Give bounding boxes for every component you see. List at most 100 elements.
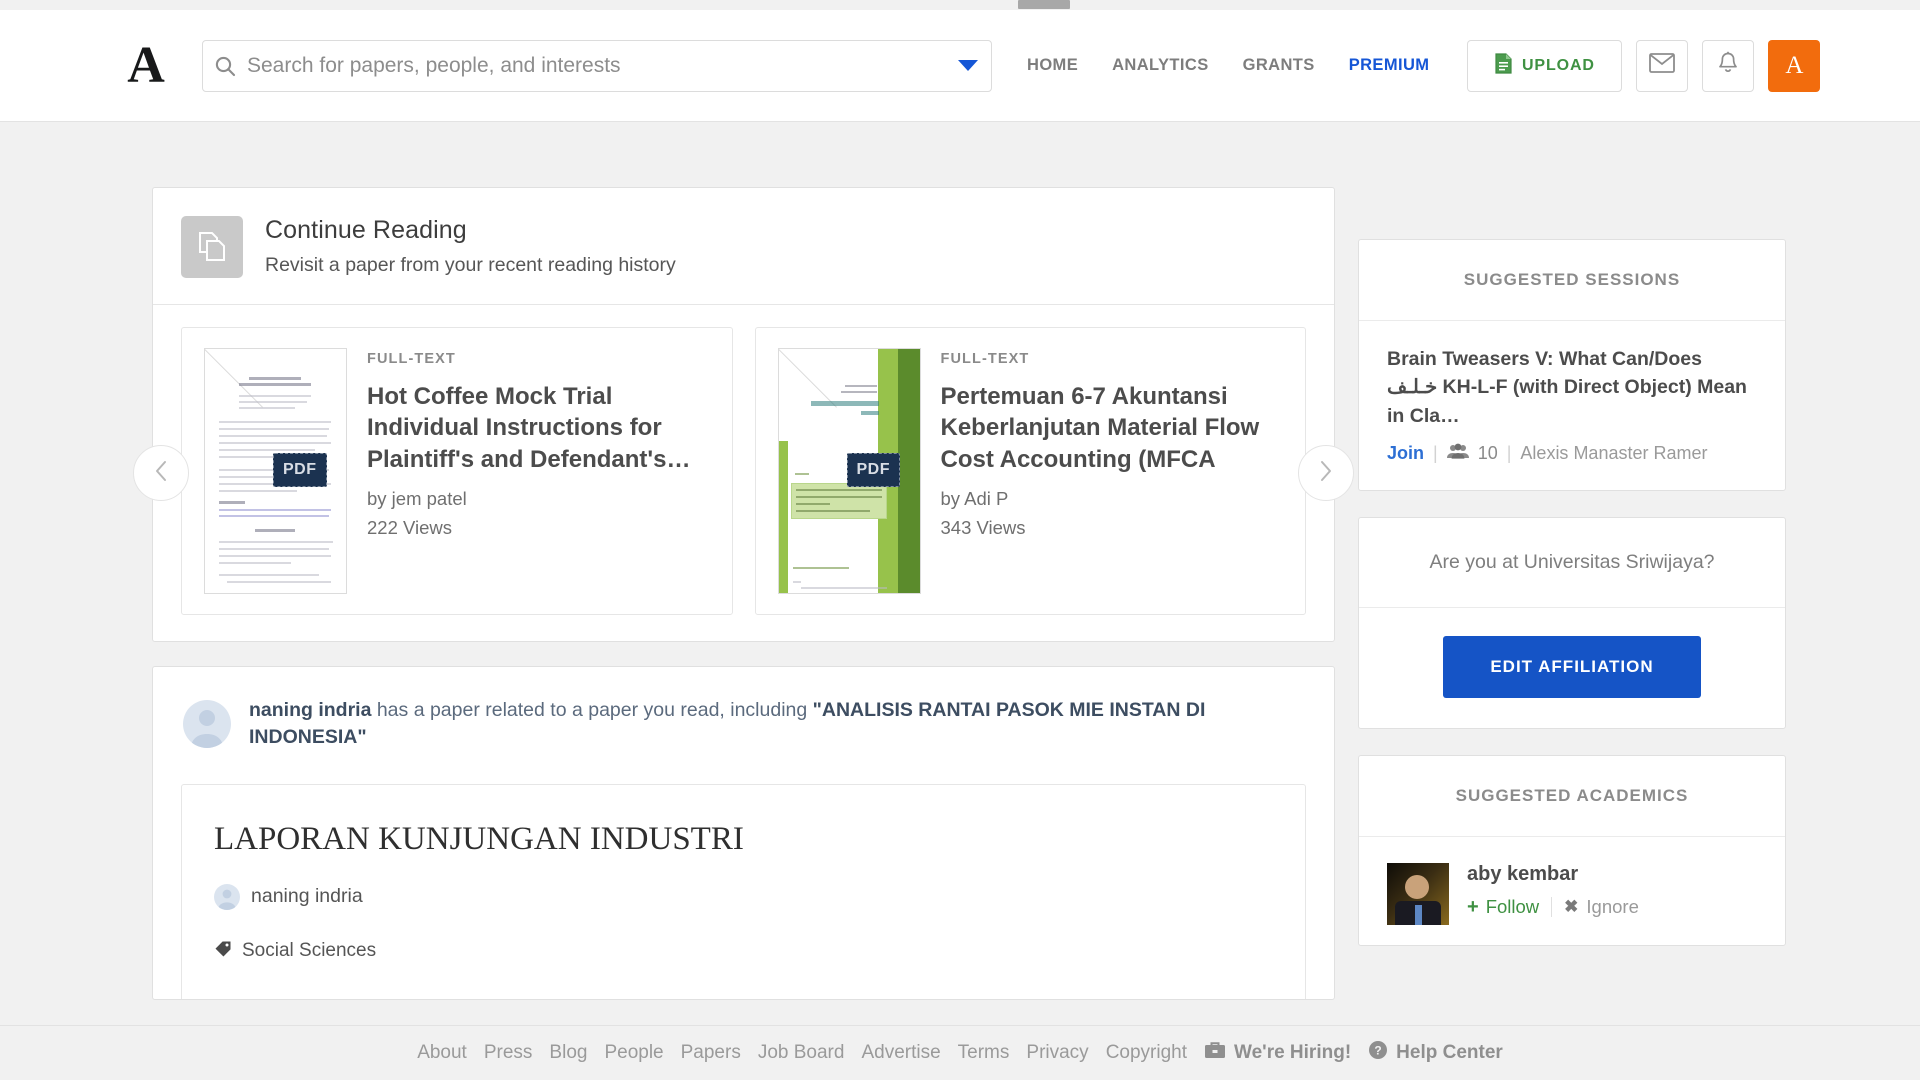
suggested-sessions-card: SUGGESTED SESSIONS Brain Tweasers V: Wha… <box>1358 239 1786 491</box>
avatar[interactable] <box>183 700 231 749</box>
paper-meta: FULL-TEXT Hot Coffee Mock Trial Individu… <box>367 348 710 594</box>
footer-link-copyright[interactable]: Copyright <box>1106 1042 1187 1064</box>
header-actions: UPLOAD A <box>1467 39 1821 92</box>
nav-link-premium[interactable]: PREMIUM <box>1349 56 1430 75</box>
suggested-sessions-heading: SUGGESTED SESSIONS <box>1359 240 1785 321</box>
footer-link-people[interactable]: People <box>604 1042 663 1064</box>
follow-button-label: Follow <box>1485 896 1540 918</box>
document-upload-icon <box>1495 52 1512 79</box>
feed-paper-tag-label: Social Sciences <box>242 940 377 962</box>
continue-reading-header: Continue Reading Revisit a paper from yo… <box>153 188 1334 304</box>
continue-reading-card: Continue Reading Revisit a paper from yo… <box>133 187 1354 642</box>
x-icon: ✖ <box>1564 897 1579 917</box>
feed-actor-name[interactable]: naning indria <box>249 699 371 721</box>
continue-reading-title: Continue Reading <box>265 216 467 244</box>
paper-title[interactable]: Pertemuan 6-7 Akuntansi Keberlanjutan Ma… <box>941 381 1284 475</box>
session-title[interactable]: Brain Tweasers V: What Can/Does خـلـف KH… <box>1387 345 1757 430</box>
feed-notification: naning indria has a paper related to a p… <box>153 667 1334 776</box>
academia-logo-icon[interactable]: A <box>110 39 182 92</box>
briefcase-icon <box>1204 1041 1226 1065</box>
upload-button-label: UPLOAD <box>1521 56 1595 74</box>
session-meta: Join | 10 | Alexis Manaster Ramer <box>1387 443 1757 464</box>
continue-reading-carousel: PDF FULL-TEXT Hot Coffee Mock Trial Indi… <box>133 305 1354 641</box>
continue-reading-paper-card[interactable]: PDF FULL-TEXT Pertemuan 6-7 Akuntansi Ke… <box>754 327 1306 615</box>
paper-author[interactable]: by jem patel <box>367 488 710 510</box>
academic-name[interactable]: aby kembar <box>1467 863 1639 886</box>
envelope-icon <box>1649 53 1676 78</box>
footer-link-advertise[interactable]: Advertise <box>861 1042 940 1064</box>
session-host-name[interactable]: Alexis Manaster Ramer <box>1520 443 1707 464</box>
nav-link-analytics[interactable]: ANALYTICS <box>1112 56 1209 75</box>
search-input[interactable] <box>247 40 945 91</box>
footer-link-press[interactable]: Press <box>484 1042 533 1064</box>
nav-link-home[interactable]: HOME <box>1027 56 1078 75</box>
chevron-down-icon[interactable] <box>945 59 991 72</box>
footer-link-job-board[interactable]: Job Board <box>758 1042 845 1064</box>
paper-thumbnail: PDF <box>777 348 921 594</box>
primary-nav: HOME ANALYTICS GRANTS PREMIUM <box>1027 56 1429 75</box>
messages-button[interactable] <box>1636 39 1689 92</box>
session-join-button[interactable]: Join <box>1387 443 1424 464</box>
avatar[interactable] <box>1387 862 1449 925</box>
notifications-button[interactable] <box>1702 39 1755 92</box>
footer-link-blog[interactable]: Blog <box>549 1042 587 1064</box>
academic-list-item: aby kembar + Follow ✖ Ignore <box>1359 837 1785 945</box>
paper-thumbnail: PDF <box>204 348 347 594</box>
follow-button[interactable]: + Follow <box>1467 896 1539 919</box>
page-scrollbar-track[interactable] <box>0 0 1920 10</box>
footer-link-about[interactable]: About <box>417 1042 467 1064</box>
footer-link-hiring-label: We're Hiring! <box>1234 1042 1352 1063</box>
feed-message: has a paper related to a paper you read,… <box>371 699 813 721</box>
nav-link-grants[interactable]: GRANTS <box>1243 56 1315 75</box>
ignore-button-label: Ignore <box>1586 896 1639 918</box>
search-icon <box>203 55 247 77</box>
footer-link-terms[interactable]: Terms <box>958 1042 1010 1064</box>
continue-reading-subtitle: Revisit a paper from your recent reading… <box>265 254 676 276</box>
paper-title[interactable]: Hot Coffee Mock Trial Individual Instruc… <box>367 381 710 475</box>
paper-meta: FULL-TEXT Pertemuan 6-7 Akuntansi Keberl… <box>941 348 1284 594</box>
feed-card: naning indria has a paper related to a p… <box>152 666 1335 1000</box>
svg-text:?: ? <box>1374 1044 1381 1058</box>
pdf-badge: PDF <box>846 453 900 487</box>
full-text-tag: FULL-TEXT <box>367 351 456 367</box>
session-list-item: Brain Tweasers V: What Can/Does خـلـف KH… <box>1359 321 1785 490</box>
divider: | <box>1433 442 1438 463</box>
site-footer: About Press Blog People Papers Job Board… <box>0 1025 1920 1080</box>
carousel-next-button[interactable] <box>1298 445 1354 501</box>
footer-link-privacy[interactable]: Privacy <box>1026 1042 1088 1064</box>
ignore-button[interactable]: ✖ Ignore <box>1564 896 1639 918</box>
feed-paper-tag[interactable]: Social Sciences <box>214 940 1273 963</box>
feed-paper-title[interactable]: LAPORAN KUNJUNGAN INDUSTRI <box>214 821 1273 858</box>
paper-author[interactable]: by Adi P <box>941 488 1284 510</box>
bell-icon <box>1717 51 1739 80</box>
feed-notification-text: naning indria has a paper related to a p… <box>249 697 1304 752</box>
copy-papers-icon <box>181 216 243 278</box>
people-group-icon <box>1446 443 1469 464</box>
carousel-prev-button[interactable] <box>133 445 189 501</box>
feed-paper-author-name[interactable]: naning indria <box>251 885 363 908</box>
feed-paper-author[interactable]: naning indria <box>214 883 1273 910</box>
footer-link-hiring[interactable]: We're Hiring! <box>1204 1041 1351 1065</box>
main-column: Continue Reading Revisit a paper from yo… <box>133 187 1354 1000</box>
affiliation-action-row: EDIT AFFILIATION <box>1359 608 1785 728</box>
academic-actions: + Follow ✖ Ignore <box>1467 896 1639 919</box>
affiliation-card: Are you at Universitas Sriwijaya? EDIT A… <box>1358 516 1786 729</box>
page-scrollbar-thumb[interactable] <box>1018 0 1070 9</box>
footer-link-papers[interactable]: Papers <box>681 1042 741 1064</box>
chevron-left-icon <box>153 459 169 488</box>
paper-views: 222 Views <box>367 517 453 539</box>
avatar[interactable]: A <box>1768 39 1821 92</box>
search-bar[interactable] <box>202 39 992 92</box>
paper-views: 343 Views <box>940 517 1026 539</box>
tag-icon <box>214 940 232 963</box>
footer-link-help-center[interactable]: ? Help Center <box>1368 1040 1503 1066</box>
edit-affiliation-button[interactable]: EDIT AFFILIATION <box>1443 635 1701 698</box>
avatar <box>214 883 240 910</box>
full-text-tag: FULL-TEXT <box>940 351 1030 367</box>
continue-reading-paper-card[interactable]: PDF FULL-TEXT Hot Coffee Mock Trial Indi… <box>181 327 733 615</box>
upload-button[interactable]: UPLOAD <box>1467 39 1623 92</box>
affiliation-question: Are you at Universitas Sriwijaya? <box>1359 518 1785 608</box>
suggested-academics-card: SUGGESTED ACADEMICS aby kembar + Follow <box>1358 754 1786 946</box>
feed-paper-preview[interactable]: LAPORAN KUNJUNGAN INDUSTRI naning indria <box>181 783 1306 999</box>
question-circle-icon: ? <box>1368 1040 1388 1066</box>
